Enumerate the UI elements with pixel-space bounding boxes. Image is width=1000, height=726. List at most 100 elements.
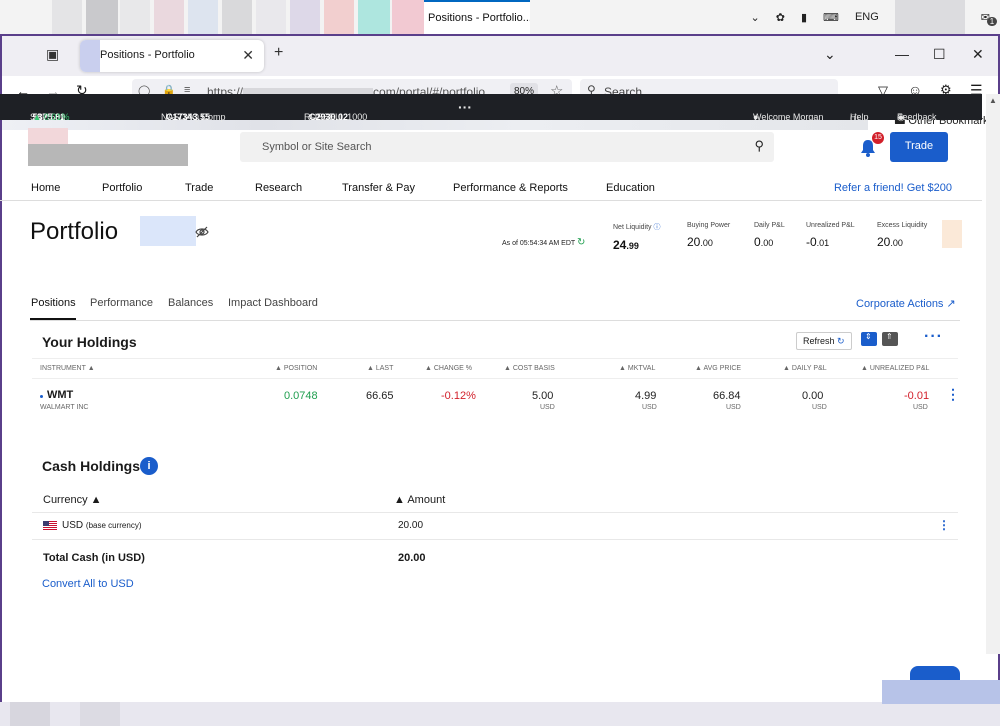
ticker-russell[interactable]: RUSSELL 1000 C2930.02 — [304, 103, 367, 122]
info-icon[interactable]: i [140, 457, 158, 475]
list-tabs-icon[interactable]: ⌄ [824, 46, 836, 63]
refresh-button[interactable]: Refresh ↻ [796, 332, 852, 350]
tab-positions[interactable]: Positions [31, 297, 76, 309]
browser-tab-active[interactable]: Positions - Portfolio ✕ [80, 40, 264, 72]
language-indicator[interactable]: ENG [855, 11, 879, 23]
col-last[interactable]: ▲ LAST [367, 365, 393, 372]
blurred-taskbar-item[interactable] [10, 702, 50, 726]
col-cost-basis[interactable]: ▲ COST BASIS [504, 365, 555, 372]
blurred-taskbar-item[interactable] [52, 0, 82, 34]
metric-buying-power[interactable]: Buying Power 20.00 [687, 222, 730, 249]
metric-label: Buying Power [687, 222, 731, 229]
expand-all-button[interactable]: ⇕ [861, 332, 877, 346]
row-kebab-menu-icon[interactable]: ⋮ [938, 518, 950, 532]
nav-home[interactable]: Home [31, 182, 60, 194]
col-unrealized-pnl[interactable]: ▲ UNREALIZED P&L [861, 365, 929, 372]
minimize-button[interactable]: — [895, 46, 909, 62]
tab-impact-dashboard[interactable]: Impact Dashboard [228, 297, 318, 309]
keyboard-icon[interactable]: ⌨ [823, 11, 839, 24]
notification-count-badge: 15 [872, 132, 884, 144]
nav-trade[interactable]: Trade [185, 182, 213, 194]
blurred-clock[interactable] [894, 0, 965, 34]
notification-icon[interactable]: ✉ 1 [981, 11, 998, 26]
tab-overview-icon[interactable]: ▣ [46, 46, 59, 63]
tab-performance[interactable]: Performance [90, 297, 153, 309]
refresh-icon[interactable]: ↻ [577, 237, 585, 248]
close-window-button[interactable]: ✕ [972, 46, 984, 63]
cell-unit: USD [540, 404, 555, 411]
col-amount[interactable]: ▲ Amount [394, 494, 445, 506]
row-kebab-menu-icon[interactable]: ⋮ [946, 386, 960, 403]
metric-excess-liquidity[interactable]: Excess Liquidity 20.00 [877, 222, 927, 249]
blurred-taskbar-item[interactable] [290, 0, 320, 34]
blurred-taskbar-item[interactable] [86, 0, 118, 34]
more-tickers-icon[interactable]: ··· [458, 99, 472, 115]
blurred-taskbar-item[interactable] [188, 0, 218, 34]
close-tab-icon[interactable]: ✕ [242, 47, 254, 64]
battery-icon[interactable]: ▮ [801, 11, 807, 24]
info-icon[interactable]: ⓘ [653, 224, 660, 231]
nav-research[interactable]: Research [255, 182, 302, 194]
metric-net-liquidity[interactable]: Net Liquidity ⓘ 24.99 [613, 222, 660, 252]
symbol-search-input[interactable]: Symbol or Site Search ⚲ [240, 132, 774, 162]
blurred-logo[interactable] [28, 144, 188, 166]
tab-strip: ▣ Positions - Portfolio ✕ + ⌄ — ☐ ✕ [2, 36, 998, 76]
more-options-icon[interactable]: ··· [924, 328, 943, 346]
blurred-taskbar-item[interactable] [392, 0, 424, 34]
col-mktval[interactable]: ▲ MKTVAL [619, 365, 655, 372]
blurred-element [942, 220, 962, 248]
metric-daily-pnl[interactable]: Daily P&L 0.00 [754, 222, 785, 249]
metric-value: -0 [806, 235, 817, 249]
scroll-up-icon[interactable]: ▲ [989, 96, 997, 105]
wifi-icon[interactable]: ✿ [776, 11, 785, 24]
blurred-taskbar-item[interactable] [324, 0, 354, 34]
metric-value: 0 [754, 235, 761, 249]
metric-unrealized-pnl[interactable]: Unrealized P&L -0.01 [806, 222, 855, 249]
corporate-actions-link[interactable]: Corporate Actions ↗ [856, 297, 956, 310]
nav-portfolio[interactable]: Portfolio [102, 182, 142, 194]
blurred-taskbar-item[interactable] [120, 0, 150, 34]
col-change[interactable]: ▲ CHANGE % [425, 365, 472, 372]
divider [0, 200, 982, 201]
hide-values-eye-icon[interactable] [195, 226, 209, 238]
col-daily-pnl[interactable]: ▲ DAILY P&L [783, 365, 827, 372]
col-instrument[interactable]: INSTRUMENT ▲ [40, 365, 95, 372]
cell-daily-pnl: 0.00 [802, 390, 824, 402]
blurred-taskbar-item[interactable] [222, 0, 252, 34]
cell-last: 66.65 [366, 390, 394, 402]
collapse-all-button[interactable]: ⇑ [882, 332, 898, 346]
blurred-taskbar-item[interactable] [882, 680, 1000, 704]
col-avg-price[interactable]: ▲ AVG PRICE [695, 365, 741, 372]
cell-unit: USD [913, 404, 928, 411]
symbol-link[interactable]: WMT [47, 389, 73, 401]
metric-label: Net Liquidity [613, 224, 652, 231]
ticker-nasdaq[interactable]: NASDAQ Comp C17343.55 — [161, 103, 226, 122]
refer-friend-link[interactable]: Refer a friend! Get $200 [834, 182, 952, 194]
taskbar-active-window[interactable]: Positions - Portfolio... [424, 0, 530, 34]
blurred-taskbar-item[interactable] [154, 0, 184, 34]
metric-value: 20 [877, 235, 891, 249]
col-position[interactable]: ▲ POSITION [275, 365, 317, 372]
blurred-taskbar-item[interactable] [80, 702, 120, 726]
cell-unit: USD [642, 404, 657, 411]
search-icon[interactable]: ⚲ [754, 138, 764, 154]
ticker-sp500[interactable]: S&P 500 5375.81 ▲ 0.01% [30, 103, 69, 122]
trade-button[interactable]: Trade [890, 132, 948, 162]
nav-transfer-pay[interactable]: Transfer & Pay [342, 182, 415, 194]
new-tab-button[interactable]: + [274, 44, 283, 62]
nav-education[interactable]: Education [606, 182, 655, 194]
instrument-name: WALMART INC [40, 404, 89, 411]
tab-balances[interactable]: Balances [168, 297, 213, 309]
maximize-button[interactable]: ☐ [933, 46, 946, 63]
holdings-panel: Your Holdings Refresh ↻ ⇕ ⇑ ··· INSTRUME… [32, 324, 960, 432]
page-scrollbar[interactable]: ▲ [986, 94, 1000, 654]
nav-performance-reports[interactable]: Performance & Reports [453, 182, 568, 194]
chevron-up-icon[interactable]: ⌄ [751, 11, 760, 24]
total-cash-label: Total Cash (in USD) [43, 552, 145, 564]
convert-all-link[interactable]: Convert All to USD [42, 578, 134, 590]
col-currency[interactable]: Currency ▲ [43, 494, 102, 506]
blurred-taskbar-item[interactable] [358, 0, 390, 34]
blurred-taskbar-item[interactable] [256, 0, 286, 34]
cell-unit: USD [812, 404, 827, 411]
total-cash-amount: 20.00 [398, 552, 426, 564]
